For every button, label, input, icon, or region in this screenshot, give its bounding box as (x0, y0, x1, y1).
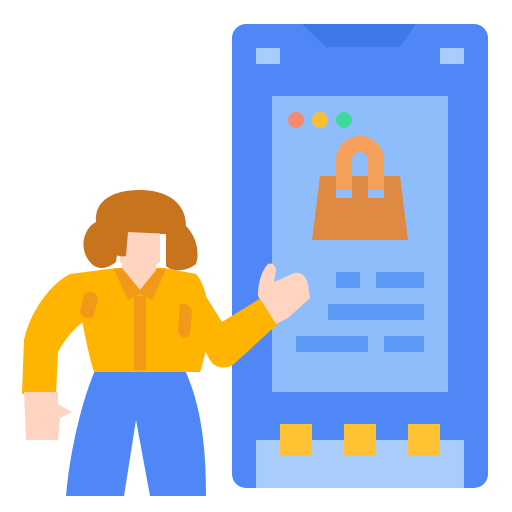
shopping-bag-body (312, 176, 408, 240)
nav-button-1[interactable] (280, 424, 312, 456)
online-shopping-illustration (22, 24, 488, 496)
product-info-bar-4 (296, 336, 368, 352)
smartphone (232, 24, 488, 488)
product-info-bar-2 (376, 272, 424, 288)
product-info-bar-5 (384, 336, 424, 352)
window-dot-red (288, 112, 304, 128)
product-info-bar-1 (336, 272, 360, 288)
nav-button-3[interactable] (408, 424, 440, 456)
window-dot-green (336, 112, 352, 128)
window-dot-yellow (312, 112, 328, 128)
phone-speaker-right (440, 48, 464, 64)
left-hand (24, 392, 72, 440)
nav-button-2[interactable] (344, 424, 376, 456)
shirt-placket (134, 296, 146, 370)
phone-speaker-left (256, 48, 280, 64)
pants (66, 368, 206, 496)
product-info-bar-3 (328, 304, 424, 320)
shirt-fold-right (178, 303, 192, 338)
